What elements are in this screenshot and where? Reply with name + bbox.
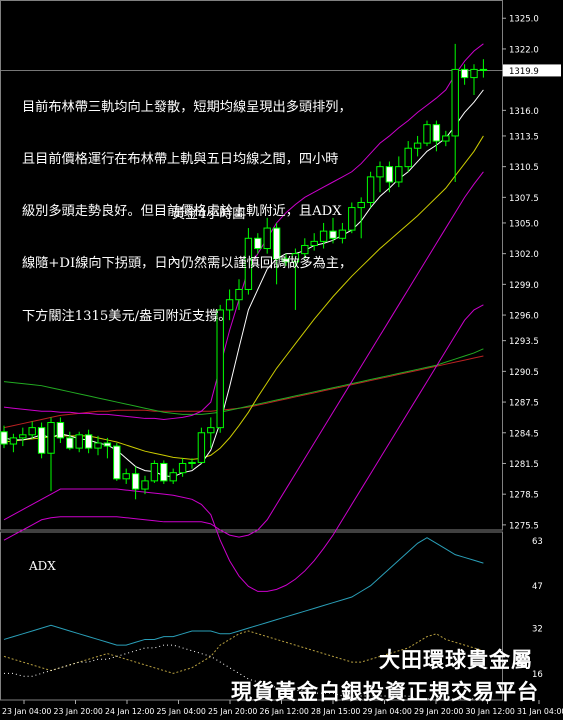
candle-body <box>113 445 121 480</box>
candle-body <box>197 432 206 463</box>
adx-tick-label: 32 <box>532 625 543 635</box>
brand-tagline: 現貨黃金白銀投資正規交易平台 <box>231 680 539 704</box>
candle-body <box>423 124 431 144</box>
candle-body <box>479 68 488 71</box>
candle-body <box>150 462 159 482</box>
price-tick-label: 1307.5 <box>509 194 539 204</box>
price-tick-label: 1275.5 <box>509 521 539 531</box>
candle-body <box>9 437 18 445</box>
candle-body <box>188 461 196 464</box>
candle-body <box>413 142 422 149</box>
price-tick-label: 1313.5 <box>509 132 539 142</box>
comment-line: 線隨+DI線向下拐頭，日內仍然需以謹慎回調做多為主， <box>22 256 353 272</box>
comment-line: 下方關注1315美元/盎司附近支撐。 <box>22 308 232 324</box>
candle-body <box>404 147 412 168</box>
adx-label: ADX <box>29 559 56 573</box>
adx-tick-label: 47 <box>532 582 543 592</box>
ma-red-line <box>3 355 484 429</box>
candle-body <box>19 434 27 439</box>
adx-line <box>3 537 484 646</box>
price-tick-label: 1299.0 <box>509 281 539 291</box>
candle-body <box>37 427 46 454</box>
current-price-label: 1319.9 <box>509 67 539 77</box>
time-tick-label: 29 Jan 20:00 <box>414 707 463 716</box>
candle-body <box>94 442 102 449</box>
candle-body <box>178 462 187 474</box>
adx-tick-label: 63 <box>532 537 543 547</box>
chart-title: 黃金4小時圖 <box>172 207 246 222</box>
candle-body <box>28 427 36 436</box>
price-tick-label: 1296.0 <box>509 312 539 322</box>
candle-body <box>131 473 140 490</box>
comment-line: 目前布林帶三軌均向上發散，短期均線呈現出多頭排列， <box>22 99 352 115</box>
candle-body <box>103 442 112 447</box>
time-tick-label: 24 Jan 12:00 <box>105 707 154 716</box>
price-tick-label: 1281.5 <box>509 460 539 470</box>
candle-body <box>160 462 168 482</box>
brand-name: 大田環球貴金屬 <box>379 648 533 672</box>
comment-line: 且目前價格運行在布林帶上軌與五日均線之間，四小時 <box>22 152 339 168</box>
candle-body <box>432 124 441 142</box>
ma-green-line <box>3 348 484 415</box>
candle-body <box>451 68 459 137</box>
candle-body <box>470 68 478 79</box>
price-tick-label: 1287.5 <box>509 399 539 409</box>
time-tick-label: 29 Jan 04:00 <box>363 707 412 716</box>
candle-body <box>75 434 83 449</box>
candle-body <box>207 427 215 434</box>
time-tick-label: 30 Jan 12:00 <box>466 707 515 716</box>
price-tick-label: 1316.0 <box>509 107 539 117</box>
candle-body <box>47 422 55 454</box>
price-tick-label: 1284.5 <box>509 429 539 439</box>
price-tick-label: 1293.5 <box>509 337 539 347</box>
time-tick-label: 26 Jan 12:00 <box>260 707 309 716</box>
price-tick-label: 1322.0 <box>509 45 539 55</box>
candle-body <box>169 472 177 482</box>
candle-body <box>66 437 74 449</box>
adx-pane-frame <box>0 531 503 701</box>
candle-body <box>442 135 450 142</box>
price-tick-label: 1305.0 <box>509 219 539 229</box>
time-tick-label: 25 Jan 04:00 <box>157 707 206 716</box>
price-tick-label: 1302.0 <box>509 250 539 260</box>
candle-body <box>141 480 149 490</box>
price-tick-label: 1310.5 <box>509 163 539 173</box>
candle-body <box>122 473 130 480</box>
candle-body <box>0 431 8 445</box>
time-tick-label: 23 Jan 04:00 <box>2 707 51 716</box>
time-tick-label: 25 Jan 20:00 <box>208 707 257 716</box>
time-tick-label: 23 Jan 20:00 <box>54 707 103 716</box>
candle-body <box>460 68 469 79</box>
candle-body <box>84 434 93 449</box>
price-tick-label: 1325.0 <box>509 15 539 25</box>
price-tick-label: 1278.5 <box>509 491 539 501</box>
time-tick-label: 28 Jan 15:00 <box>311 707 360 716</box>
time-tick-label: 31 Jan 04:00 <box>517 707 563 716</box>
candle-body <box>56 422 65 439</box>
price-tick-label: 1290.5 <box>509 368 539 378</box>
